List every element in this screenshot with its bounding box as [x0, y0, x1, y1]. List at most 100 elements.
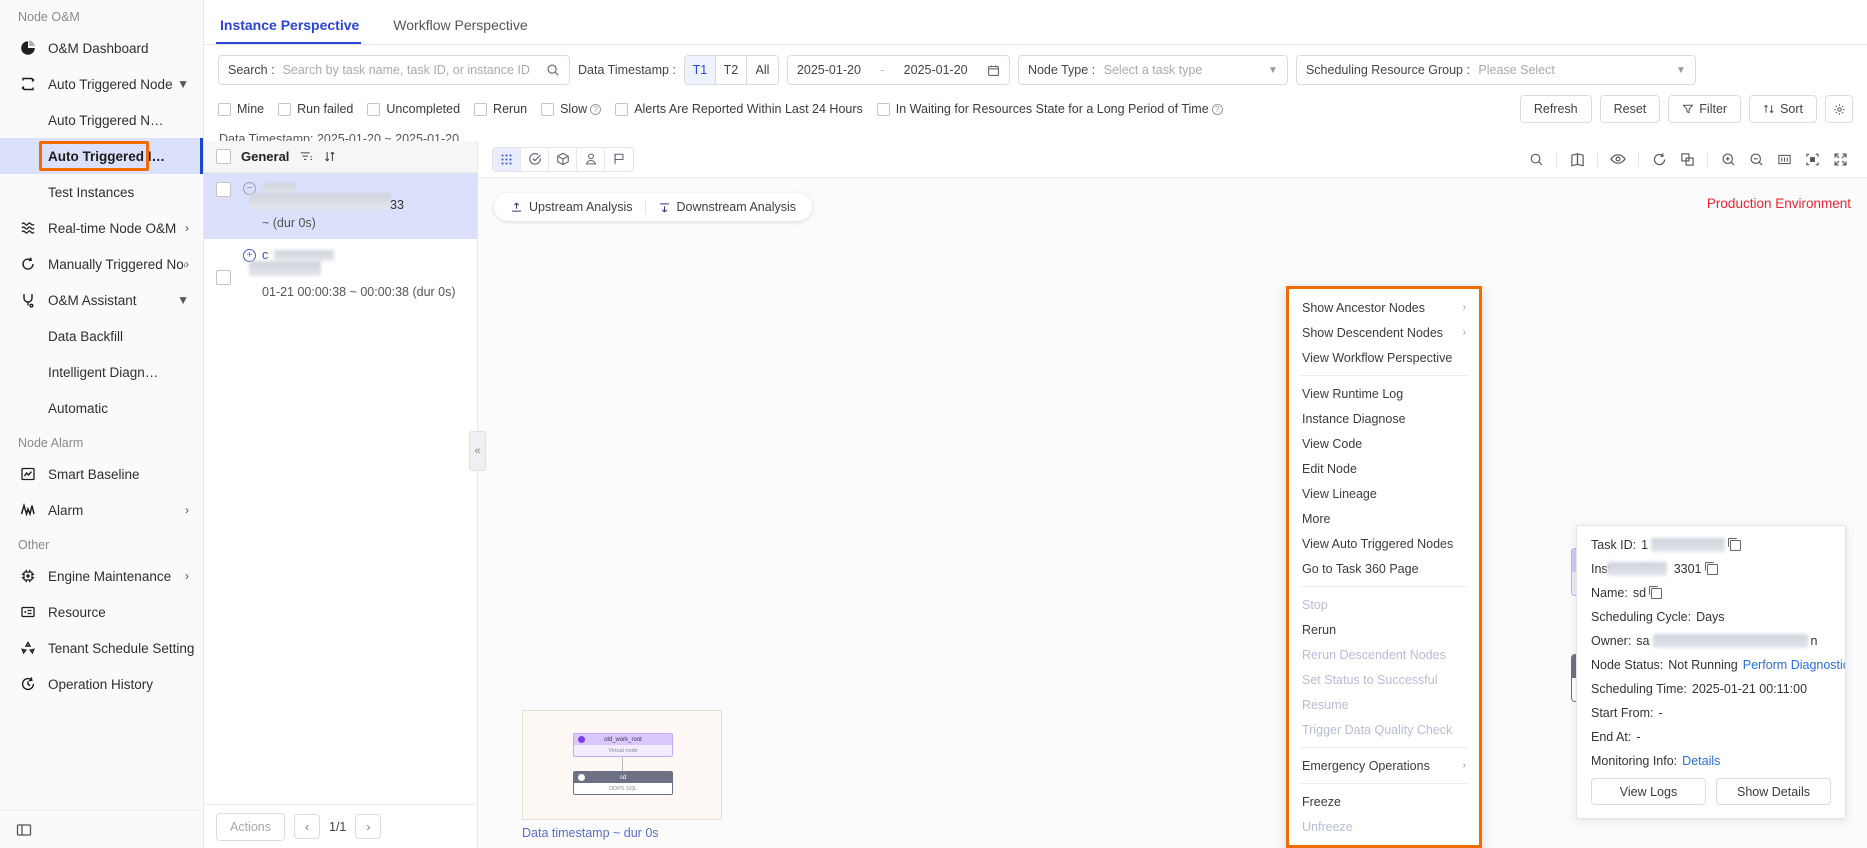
checkbox-run-failed[interactable]: Run failed [278, 102, 353, 116]
search-icon[interactable] [1523, 146, 1549, 172]
date-range-picker[interactable]: 2025-01-20 - 2025-01-20 [786, 55, 1010, 85]
search-field[interactable]: Search : Search by task name, task ID, o… [218, 55, 570, 85]
sort-button[interactable]: Sort [1749, 95, 1817, 123]
segment-t2[interactable]: T2 [716, 56, 747, 84]
sidebar-item-resource[interactable]: Resource [0, 594, 203, 630]
data-timestamp-segment[interactable]: T1 T2 All [683, 55, 779, 85]
checkbox-box[interactable] [876, 102, 890, 116]
copy-icon[interactable] [1649, 585, 1663, 599]
graph-minimap[interactable]: old_work_root Virtual node sd ODPS SQL [522, 710, 722, 820]
sidebar-item-manually-triggered-nodes[interactable]: Manually Triggered Nod… › [0, 246, 203, 282]
monitoring-details-link[interactable]: Details [1682, 754, 1720, 768]
grid-icon[interactable] [493, 147, 521, 171]
sidebar-item-realtime-node-om[interactable]: Real-time Node O&M › [0, 210, 203, 246]
menu-item-view-lineage[interactable]: View Lineage [1289, 481, 1479, 506]
checkbox-rerun[interactable]: Rerun [474, 102, 527, 116]
menu-item-view-workflow-perspective[interactable]: View Workflow Perspective [1289, 345, 1479, 370]
sidebar-item-automatic[interactable]: Automatic [0, 390, 203, 426]
zoom-in-icon[interactable] [1715, 146, 1741, 172]
copy-icon[interactable] [1704, 561, 1718, 575]
search-icon[interactable] [546, 63, 560, 77]
chevron-down-icon[interactable]: ▼ [1268, 65, 1278, 76]
sidebar-item-data-backfill[interactable]: Data Backfill [0, 318, 203, 354]
person-icon[interactable] [577, 147, 605, 171]
zoom-out-icon[interactable] [1743, 146, 1769, 172]
checkbox-waiting-resources[interactable]: In Waiting for Resources State for a Lon… [876, 102, 1223, 116]
checkbox-box[interactable] [541, 102, 555, 116]
collapse-sidebar-icon[interactable] [16, 822, 32, 838]
checkbox-box[interactable] [278, 102, 292, 116]
prev-page-button[interactable]: ‹ [294, 814, 320, 839]
checkbox-box[interactable] [367, 102, 381, 116]
checkbox-box[interactable] [615, 102, 629, 116]
chevron-down-icon[interactable]: ▼ [1676, 65, 1686, 76]
filter-button[interactable]: Filter [1668, 95, 1742, 123]
map-icon[interactable] [1564, 146, 1590, 172]
node-type-select[interactable]: Node Type : Select a task type ▼ [1017, 55, 1288, 85]
sidebar-item-auto-triggered-nodes[interactable]: Auto Triggered N… [0, 102, 203, 138]
upstream-analysis-button[interactable]: Upstream Analysis [498, 200, 645, 214]
eye-icon[interactable] [1605, 146, 1631, 172]
sidebar-item-auto-triggered-node-om[interactable]: Auto Triggered Node O… ▼ [0, 66, 203, 102]
filter-sort-icon[interactable] [299, 150, 313, 163]
menu-item-instance-diagnose[interactable]: Instance Diagnose [1289, 406, 1479, 431]
sidebar-item-test-instances[interactable]: Test Instances [0, 174, 203, 210]
menu-item-rerun[interactable]: Rerun [1289, 617, 1479, 642]
menu-item-edit-node[interactable]: Edit Node [1289, 456, 1479, 481]
checkbox-uncompleted[interactable]: Uncompleted [367, 102, 460, 116]
layers-icon[interactable] [1674, 146, 1700, 172]
help-icon[interactable]: ? [1211, 103, 1223, 115]
segment-t1[interactable]: T1 [684, 56, 716, 84]
sidebar-item-engine-maintenance[interactable]: Engine Maintenance › [0, 558, 203, 594]
menu-item-view-auto-triggered-nodes[interactable]: View Auto Triggered Nodes [1289, 531, 1479, 556]
tab-workflow-perspective[interactable]: Workflow Perspective [389, 17, 543, 44]
date-to[interactable]: 2025-01-20 [904, 63, 968, 77]
checkbox-slow[interactable]: Slow? [541, 102, 602, 116]
expand-node-icon[interactable]: + [243, 248, 256, 262]
collapse-panel-handle[interactable]: « [469, 431, 486, 471]
view-logs-button[interactable]: View Logs [1591, 778, 1706, 805]
menu-item-more[interactable]: More [1289, 506, 1479, 531]
search-input[interactable]: Search by task name, task ID, or instanc… [283, 63, 530, 77]
cube-icon[interactable] [549, 147, 577, 171]
copy-icon[interactable] [1728, 537, 1742, 551]
check-circle-icon[interactable] [521, 147, 549, 171]
sidebar-item-operation-history[interactable]: Operation History [0, 666, 203, 702]
table-row[interactable]: + c 01-21 00:00:38 ~ 00:00:38 (dur 0s) [204, 239, 477, 308]
menu-item-emergency-operations[interactable]: Emergency Operations › [1289, 753, 1479, 778]
sort-order-icon[interactable] [323, 150, 337, 163]
scheduling-resource-group-select[interactable]: Scheduling Resource Group : Please Selec… [1295, 55, 1696, 85]
actual-size-icon[interactable] [1771, 146, 1797, 172]
calendar-icon[interactable] [987, 64, 1000, 77]
segment-all[interactable]: All [747, 56, 778, 84]
table-row[interactable]: − 33 ~ (dur 0s) [204, 173, 477, 239]
refresh-button[interactable]: Refresh [1519, 95, 1592, 123]
refresh-icon[interactable] [1646, 146, 1672, 172]
menu-item-go-to-task-360-page[interactable]: Go to Task 360 Page [1289, 556, 1479, 581]
date-from[interactable]: 2025-01-20 [797, 63, 861, 77]
graph-view-modes[interactable] [492, 146, 634, 172]
next-page-button[interactable]: › [355, 814, 382, 839]
sidebar-item-alarm[interactable]: Alarm › [0, 492, 203, 528]
sidebar-item-intelligent-diagnosis[interactable]: Intelligent Diagn… [0, 354, 203, 390]
sidebar-item-smart-baseline[interactable]: Smart Baseline [0, 456, 203, 492]
fit-view-icon[interactable] [1799, 146, 1825, 172]
flag-icon[interactable] [605, 148, 633, 171]
perform-diagnostic-link[interactable]: Perform Diagnostic [1743, 658, 1845, 672]
menu-item-show-ancestor-nodes[interactable]: Show Ancestor Nodes › [1289, 295, 1479, 320]
row-checkbox[interactable] [216, 182, 231, 197]
row-checkbox[interactable] [216, 270, 231, 285]
show-details-button[interactable]: Show Details [1716, 778, 1831, 805]
tab-instance-perspective[interactable]: Instance Perspective [216, 17, 375, 44]
sidebar-item-om-dashboard[interactable]: O&M Dashboard [0, 30, 203, 66]
select-all-checkbox[interactable] [216, 149, 231, 164]
actions-button[interactable]: Actions [216, 812, 285, 841]
settings-button[interactable] [1825, 95, 1853, 123]
menu-item-show-descendent-nodes[interactable]: Show Descendent Nodes › [1289, 320, 1479, 345]
menu-item-freeze[interactable]: Freeze [1289, 789, 1479, 814]
checkbox-box[interactable] [474, 102, 488, 116]
sidebar-item-auto-triggered-instances[interactable]: Auto Triggered I… [0, 138, 203, 174]
fullscreen-icon[interactable] [1827, 146, 1853, 172]
menu-item-view-code[interactable]: View Code [1289, 431, 1479, 456]
node-context-menu[interactable]: Show Ancestor Nodes › Show Descendent Nod… [1286, 286, 1482, 848]
